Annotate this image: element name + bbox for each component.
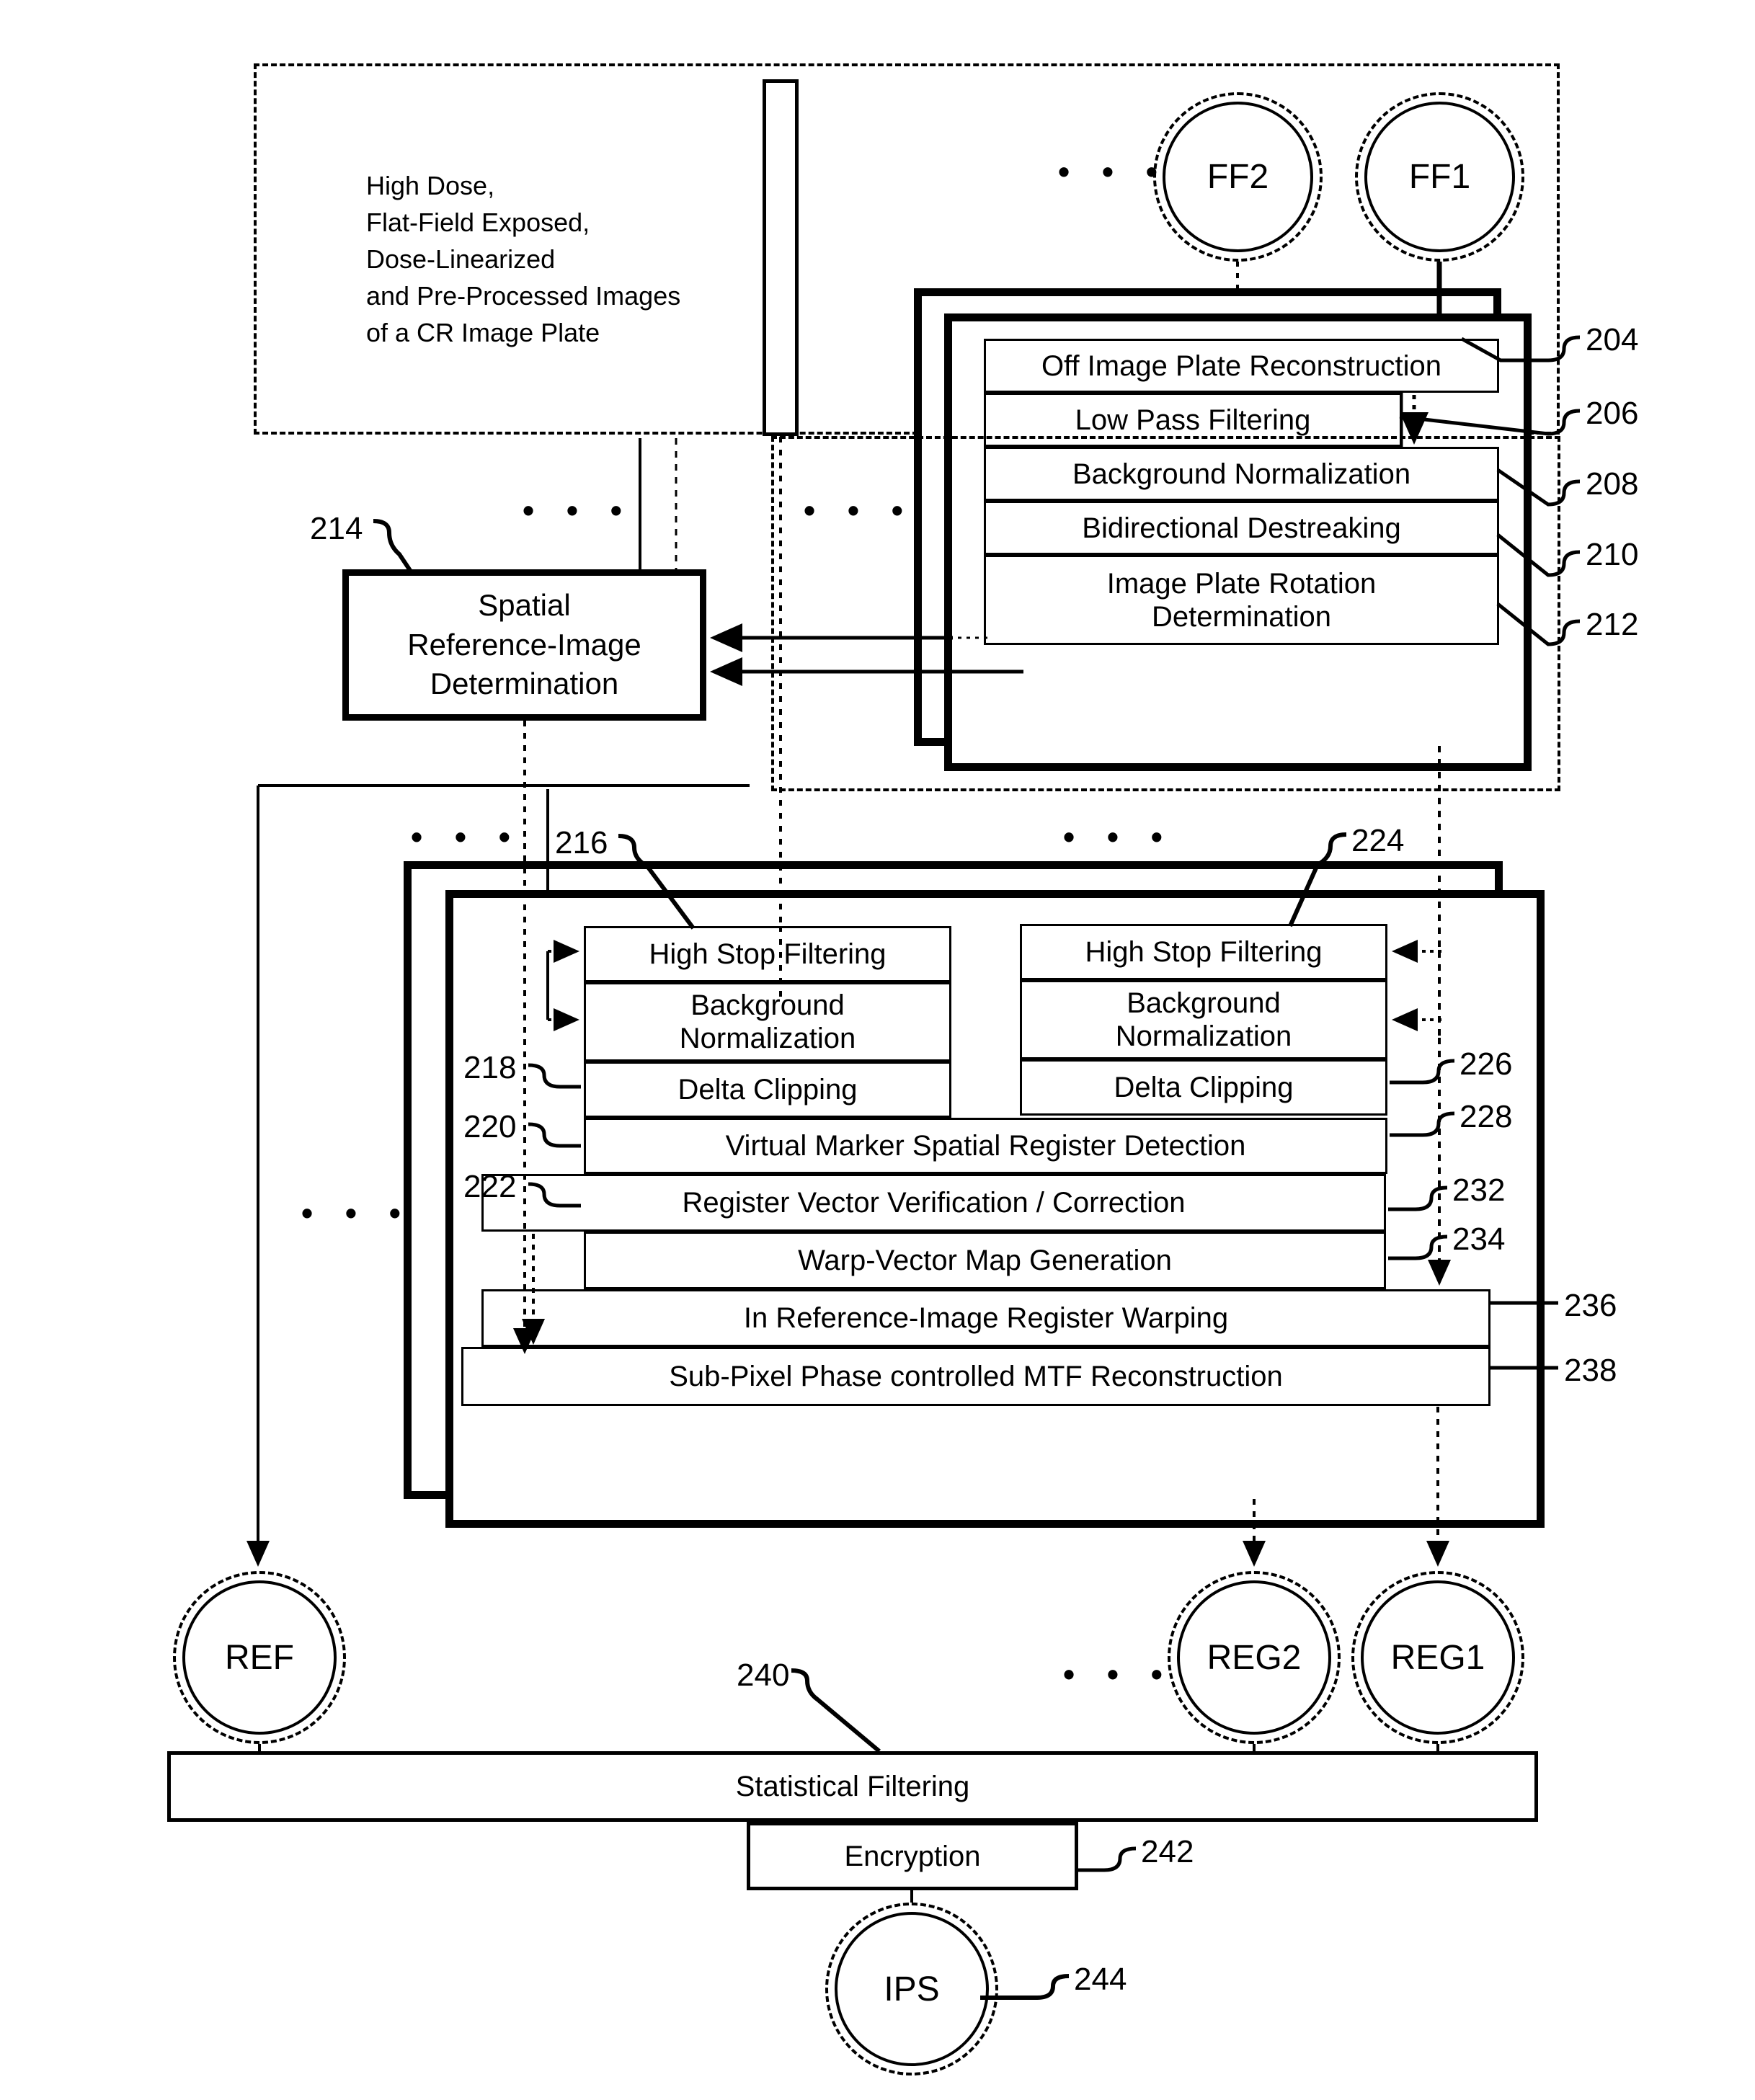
refnum-216: 216: [555, 825, 608, 860]
node-ips-label: IPS: [884, 1970, 940, 2008]
reg-right-0-label: High Stop Filtering: [1085, 936, 1323, 968]
reg-left-high-stop-filtering[interactable]: High Stop Filtering: [584, 926, 951, 982]
input-description-note: High Dose, Flat-Field Exposed, Dose-Line…: [366, 171, 681, 348]
node-ff1-label: FF1: [1408, 158, 1471, 196]
refnum-218: 218: [463, 1050, 517, 1085]
reg-left-delta-clipping[interactable]: Delta Clipping: [584, 1062, 951, 1118]
reg-right-high-stop-filtering[interactable]: High Stop Filtering: [1020, 924, 1387, 980]
statistical-filtering-box[interactable]: Statistical Filtering: [167, 1751, 1538, 1822]
register-ellipsis-top-left: • • •: [411, 818, 522, 855]
refnum-224: 224: [1351, 823, 1405, 858]
refnum-236: 236: [1564, 1288, 1617, 1323]
reg-left-2-label: Delta Clipping: [677, 1074, 858, 1105]
reg-full-1-label: Register Vector Verification / Correctio…: [682, 1187, 1186, 1219]
reg-ellipsis: • • •: [1063, 1655, 1174, 1693]
reg-row-in-reference-image-register-warping[interactable]: In Reference-Image Register Warping: [481, 1289, 1490, 1347]
refnum-212: 212: [1586, 607, 1639, 642]
reg-right-1-label: Background Normalization: [1115, 987, 1292, 1052]
node-ref: REF: [173, 1571, 346, 1744]
reg-left-background-normalization[interactable]: Background Normalization: [584, 982, 951, 1062]
refnum-244: 244: [1074, 1962, 1127, 1997]
leader-242: [1078, 1846, 1137, 1872]
spatial-reference-image-determination-box[interactable]: Spatial Reference-Image Determination: [342, 569, 706, 721]
refnum-214: 214: [310, 511, 363, 546]
reg-row-sub-pixel-phase-controlled-mtf-reconstruction[interactable]: Sub-Pixel Phase controlled MTF Reconstru…: [461, 1347, 1490, 1406]
spatial-box-label: Spatial Reference-Image Determination: [407, 588, 641, 701]
node-ips: IPS: [825, 1903, 998, 2075]
refnum-220: 220: [463, 1109, 517, 1144]
reg-full-4-label: Sub-Pixel Phase controlled MTF Reconstru…: [669, 1361, 1283, 1392]
refnum-228: 228: [1459, 1099, 1513, 1134]
node-reg1-label: REG1: [1390, 1638, 1485, 1677]
statistical-filtering-label: Statistical Filtering: [735, 1771, 970, 1802]
spatial-ellipsis-left: • • •: [523, 491, 634, 529]
register-ellipsis-left: • • •: [301, 1194, 412, 1232]
refnum-210: 210: [1586, 537, 1639, 572]
refnum-206: 206: [1586, 396, 1639, 431]
node-ff2: FF2: [1153, 92, 1323, 262]
reg-right-2-label: Delta Clipping: [1114, 1072, 1294, 1103]
leader-214: [373, 519, 413, 573]
node-reg1: REG1: [1351, 1571, 1524, 1744]
reg-right-delta-clipping[interactable]: Delta Clipping: [1020, 1059, 1387, 1116]
refnum-208: 208: [1586, 466, 1639, 502]
refnum-222: 222: [463, 1169, 517, 1204]
refnum-234: 234: [1452, 1222, 1506, 1257]
leader-240: [791, 1668, 881, 1753]
reg-left-0-label: High Stop Filtering: [649, 938, 887, 970]
reg-row-warp-vector-map-generation[interactable]: Warp-Vector Map Generation: [584, 1232, 1386, 1289]
ff-row-1-label: Low Pass Filtering: [1075, 404, 1311, 436]
node-ff1: FF1: [1355, 92, 1524, 262]
encryption-box[interactable]: Encryption: [747, 1822, 1078, 1890]
reg-right-background-normalization[interactable]: Background Normalization: [1020, 980, 1387, 1059]
ff-ellipsis: • • •: [1058, 153, 1169, 190]
register-input-region: [771, 436, 1560, 791]
reg-row-virtual-marker-spatial-register-detection[interactable]: Virtual Marker Spatial Register Detectio…: [584, 1118, 1387, 1174]
encryption-label: Encryption: [844, 1840, 981, 1872]
refnum-204: 204: [1586, 322, 1639, 357]
reg-row-register-vector-verification-correction[interactable]: Register Vector Verification / Correctio…: [481, 1174, 1386, 1232]
patent-figure-canvas: High Dose, Flat-Field Exposed, Dose-Line…: [0, 0, 1755, 2100]
reg-full-2-label: Warp-Vector Map Generation: [798, 1245, 1172, 1276]
image-plate-strip: [763, 79, 799, 436]
refnum-242: 242: [1141, 1834, 1194, 1869]
refnum-226: 226: [1459, 1046, 1513, 1082]
refnum-240: 240: [737, 1658, 790, 1693]
node-ff2-label: FF2: [1207, 158, 1269, 196]
register-ellipsis-top-right: • • •: [1063, 818, 1174, 855]
node-reg2-label: REG2: [1207, 1638, 1302, 1677]
reg-full-0-label: Virtual Marker Spatial Register Detectio…: [725, 1130, 1246, 1162]
reg-left-1-label: Background Normalization: [679, 989, 856, 1054]
node-ref-label: REF: [225, 1638, 294, 1677]
reg-full-3-label: In Reference-Image Register Warping: [743, 1302, 1229, 1334]
ff-row-0-label: Off Image Plate Reconstruction: [1041, 350, 1442, 382]
node-reg2: REG2: [1168, 1571, 1341, 1744]
refnum-232: 232: [1452, 1173, 1506, 1208]
ff-row-off-image-plate-reconstruction[interactable]: Off Image Plate Reconstruction: [984, 339, 1499, 393]
refnum-238: 238: [1564, 1353, 1617, 1388]
